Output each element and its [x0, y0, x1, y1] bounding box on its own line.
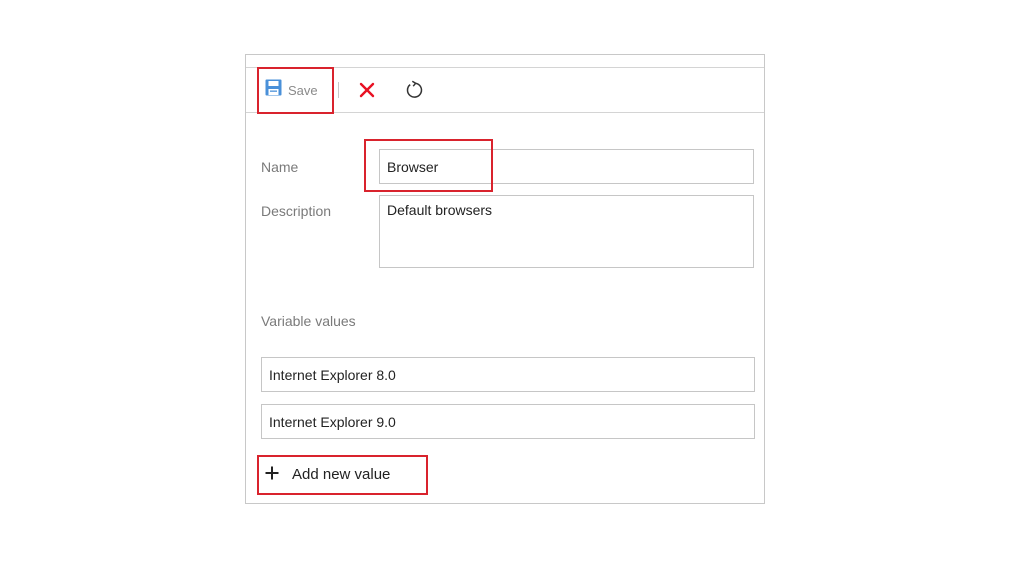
variable-values-label: Variable values: [261, 313, 356, 329]
add-new-value-label: Add new value: [292, 465, 391, 483]
close-icon: [358, 82, 376, 104]
save-button[interactable]: Save: [265, 79, 318, 101]
discard-button[interactable]: [358, 80, 376, 100]
add-new-value-button[interactable]: Add new value: [264, 459, 390, 489]
floppy-disk-icon: [265, 79, 282, 101]
refresh-button[interactable]: [404, 80, 424, 100]
toolbar-separator: [338, 82, 339, 98]
refresh-icon: [404, 80, 424, 104]
variable-value-input-1[interactable]: [261, 357, 755, 392]
name-input[interactable]: [379, 149, 754, 184]
edit-variable-panel: Save Name Description Default browsers V…: [245, 54, 765, 504]
save-label: Save: [288, 82, 318, 98]
toolbar: Save: [246, 67, 764, 113]
variable-value-input-2[interactable]: [261, 404, 755, 439]
plus-icon: [264, 463, 280, 485]
name-label: Name: [261, 159, 299, 175]
description-label: Description: [261, 203, 332, 219]
description-input[interactable]: Default browsers: [379, 195, 754, 268]
